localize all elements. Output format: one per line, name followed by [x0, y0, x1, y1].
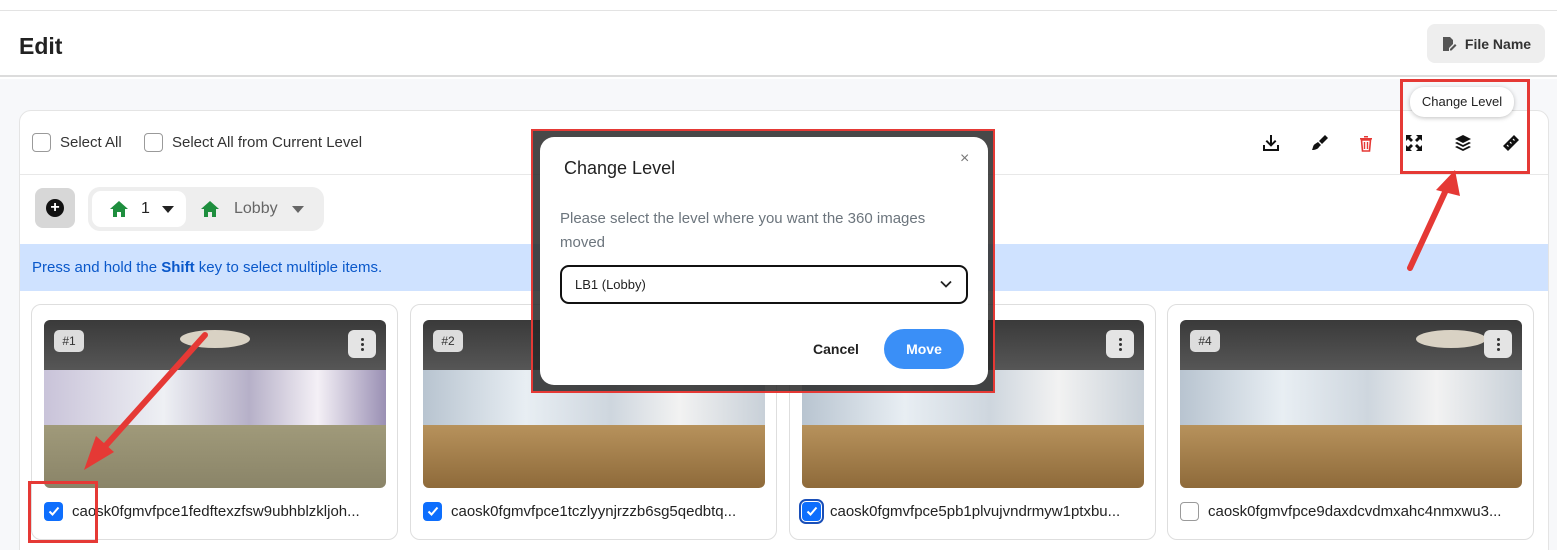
file-name-button[interactable]: File Name	[1427, 24, 1545, 63]
chevron-down-icon	[940, 280, 952, 288]
add-level-button[interactable]: +	[35, 188, 75, 228]
level-select-value: LB1 (Lobby)	[575, 277, 646, 292]
image-filename: caosk0fgmvfpce1fedftexzfsw9ubhblzkljoh..…	[72, 502, 360, 520]
info-suffix: key to select multiple items.	[194, 259, 383, 276]
download-icon[interactable]	[1259, 131, 1283, 155]
checkbox-box[interactable]	[144, 133, 163, 152]
level-number-dropdown[interactable]: 1	[92, 191, 186, 227]
image-card[interactable]: #4 caosk0fgmvfpce9daxdcvdmxahc4nmxwu3...	[1167, 304, 1534, 540]
image-checkbox[interactable]	[799, 498, 824, 524]
expand-icon[interactable]	[1402, 131, 1426, 155]
image-filename: caosk0fgmvfpce5pb1plvujvndrmyw1ptxbu...	[830, 502, 1121, 520]
image-caption: caosk0fgmvfpce9daxdcvdmxahc4nmxwu3...	[1180, 500, 1522, 522]
chevron-down-icon	[161, 205, 174, 213]
info-prefix: Press and hold the	[32, 259, 162, 276]
select-all-current-label: Select All from Current Level	[172, 134, 363, 151]
close-icon[interactable]: ×	[960, 150, 969, 168]
more-options-icon[interactable]	[348, 330, 376, 358]
ruler-icon[interactable]	[1499, 131, 1523, 155]
home-icon	[201, 201, 219, 217]
image-caption: caosk0fgmvfpce5pb1plvujvndrmyw1ptxbu...	[799, 498, 1144, 524]
change-level-modal: Change Level × Please select the level w…	[540, 137, 988, 385]
home-icon	[110, 201, 128, 217]
select-all-current-level-checkbox[interactable]: Select All from Current Level	[144, 133, 362, 152]
info-key: Shift	[161, 259, 195, 276]
more-options-icon[interactable]	[1106, 330, 1134, 358]
level-name: Lobby	[234, 200, 278, 217]
page-title: Edit	[19, 33, 63, 59]
image-checkbox[interactable]	[44, 501, 63, 521]
image-card[interactable]: #1 caosk0fgmvfpce1fedftexzfsw9ubhblzkljo…	[31, 304, 398, 540]
checkbox-box[interactable]	[32, 133, 51, 152]
image-caption: caosk0fgmvfpce1fedftexzfsw9ubhblzkljoh..…	[44, 500, 386, 522]
layers-icon[interactable]	[1451, 131, 1475, 155]
page-header: Edit File Name	[0, 11, 1557, 77]
change-level-tooltip: Change Level	[1410, 87, 1514, 117]
cancel-button[interactable]: Cancel	[804, 329, 868, 369]
level-select[interactable]: LB1 (Lobby)	[560, 265, 968, 304]
move-button[interactable]: Move	[884, 329, 964, 369]
image-caption: caosk0fgmvfpce1tczlyynjrzzb6sg5qedbtq...	[423, 500, 765, 522]
level-number: 1	[141, 200, 150, 217]
panorama-thumbnail[interactable]: #1	[44, 320, 386, 488]
select-all-label: Select All	[60, 134, 122, 151]
level-breadcrumb: 1 Lobby	[88, 187, 324, 231]
modal-title: Change Level	[564, 158, 676, 178]
chevron-down-icon	[291, 205, 304, 213]
file-edit-icon	[1442, 36, 1457, 51]
image-number-badge: #1	[54, 330, 84, 352]
brush-icon[interactable]	[1308, 131, 1332, 155]
level-name-dropdown[interactable]: Lobby	[200, 191, 304, 227]
image-number-badge: #2	[433, 330, 463, 352]
image-checkbox[interactable]	[423, 501, 442, 521]
trash-icon[interactable]	[1354, 131, 1378, 155]
more-options-icon[interactable]	[1484, 330, 1512, 358]
panorama-thumbnail[interactable]: #4	[1180, 320, 1522, 488]
modal-message: Please select the level where you want t…	[560, 210, 926, 251]
image-checkbox[interactable]	[1180, 501, 1199, 521]
file-name-label: File Name	[1464, 35, 1532, 52]
image-number-badge: #4	[1190, 330, 1220, 352]
plus-icon: +	[46, 199, 64, 217]
image-filename: caosk0fgmvfpce9daxdcvdmxahc4nmxwu3...	[1208, 502, 1502, 520]
image-filename: caosk0fgmvfpce1tczlyynjrzzb6sg5qedbtq...	[451, 502, 737, 520]
select-all-checkbox[interactable]: Select All	[32, 133, 122, 152]
